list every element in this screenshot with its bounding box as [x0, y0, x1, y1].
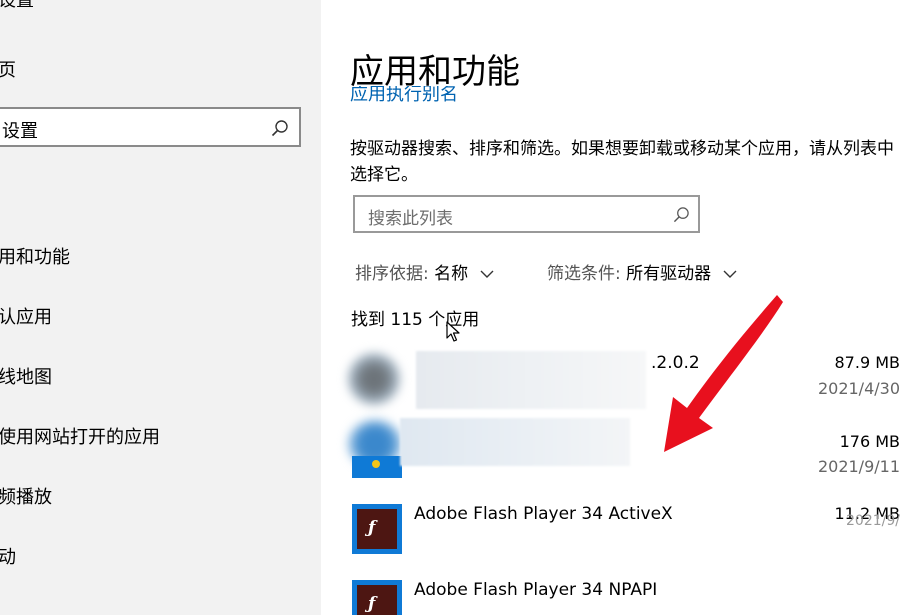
- app-execution-alias-link[interactable]: 应用执行别名: [350, 86, 750, 105]
- app-size: 87.9 MB: [834, 353, 901, 372]
- mouse-cursor-icon: [446, 321, 460, 342]
- sidebar-item-video-playback[interactable]: 频播放: [0, 483, 52, 513]
- app-list-item[interactable]: .2.0.2 87.9 MB 2021/4/30: [340, 345, 908, 417]
- app-size: 176 MB: [839, 432, 900, 451]
- sidebar-item-startup[interactable]: 动: [0, 543, 16, 573]
- app-count: 找到 115 个应用: [351, 310, 480, 330]
- app-list-search-input[interactable]: 搜索此列表: [353, 195, 700, 233]
- app-list-search-placeholder: 搜索此列表: [368, 209, 453, 229]
- sort-dropdown[interactable]: 排序依据: 名称: [355, 261, 494, 287]
- sidebar-item-default-apps[interactable]: 认应用: [0, 303, 52, 333]
- app-install-date: 2021/9/: [846, 513, 900, 529]
- app-name: Adobe Flash Player 34 NPAPI: [414, 580, 658, 600]
- app-name: Adobe Flash Player 34 ActiveX: [414, 504, 673, 524]
- chevron-down-icon: [723, 270, 737, 278]
- sidebar-title: 设置: [0, 0, 34, 11]
- app-install-date: 2021/4/30: [817, 379, 900, 398]
- app-icon-dot: [372, 460, 380, 468]
- search-icon[interactable]: [673, 206, 690, 223]
- flash-icon: ƒ: [352, 580, 402, 615]
- settings-sidebar: 设置 页 设置 用和功能 认应用 线地图 使用网站打开的应用 频播放 动: [0, 0, 321, 615]
- apps-features-page: 应用和功能 应用执行别名 按驱动器搜索、排序和筛选。如果想要卸载或移动某个应用，…: [321, 0, 908, 615]
- app-list-item[interactable]: 176 MB 2021/9/11: [340, 418, 908, 492]
- sort-value: 名称: [434, 264, 469, 284]
- app-list-item[interactable]: ƒ Adobe Flash Player 34 NPAPI: [340, 572, 908, 615]
- sidebar-item-apps-for-websites[interactable]: 使用网站打开的应用: [0, 423, 160, 453]
- app-icon: [348, 353, 400, 405]
- sidebar-search-input[interactable]: 设置: [0, 107, 301, 147]
- flash-icon: ƒ: [352, 504, 402, 554]
- app-execution-alias-link-text: 应用执行别名: [350, 86, 458, 105]
- redacted-app-name: [416, 351, 646, 409]
- filter-dropdown[interactable]: 筛选条件: 所有驱动器: [547, 261, 737, 287]
- sidebar-item-apps-features[interactable]: 用和功能: [0, 243, 70, 273]
- sidebar-item-offline-maps[interactable]: 线地图: [0, 363, 52, 393]
- chevron-down-icon: [480, 270, 494, 278]
- search-icon[interactable]: [271, 119, 289, 137]
- sidebar-home-item[interactable]: 页: [0, 56, 16, 82]
- app-name: .2.0.2: [651, 353, 700, 373]
- sidebar-search-placeholder: 设置: [2, 121, 38, 142]
- redacted-app-name: [400, 418, 630, 466]
- filter-value: 所有驱动器: [626, 264, 712, 284]
- sort-label: 排序依据:: [355, 264, 429, 284]
- app-list-item[interactable]: ƒ Adobe Flash Player 34 ActiveX 11.2 MB: [340, 496, 908, 568]
- filter-label: 筛选条件:: [547, 264, 621, 284]
- app-install-date: 2021/9/11: [817, 457, 900, 476]
- page-description: 按驱动器搜索、排序和筛选。如果想要卸载或移动某个应用，请从列表中选择它。: [350, 139, 894, 185]
